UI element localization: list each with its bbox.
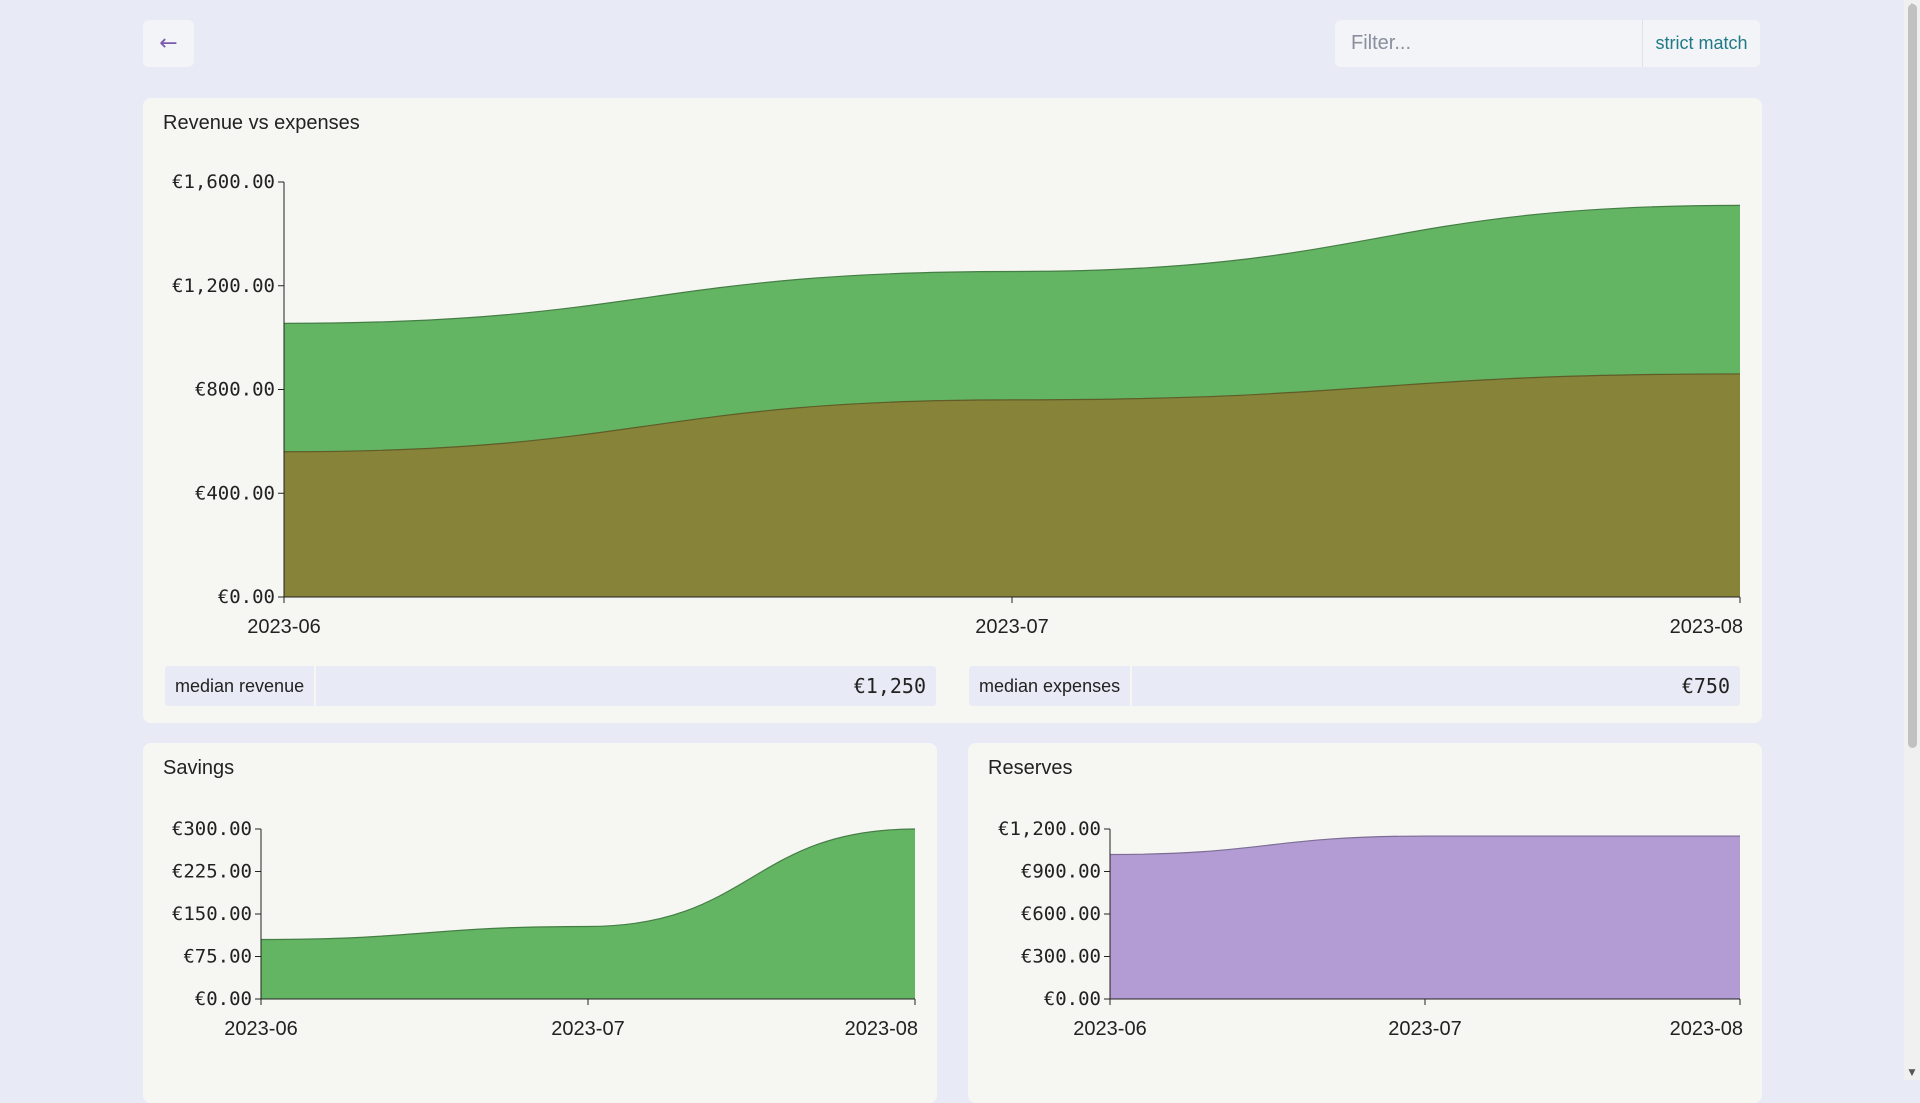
x-tick-label: 2023-08 <box>1670 616 1743 638</box>
x-tick-label: 2023-07 <box>1388 1018 1461 1040</box>
filter-bar: strict match <box>1335 20 1760 67</box>
x-tick-label: 2023-08 <box>1670 1018 1743 1040</box>
y-tick-label: €400.00 <box>195 482 275 504</box>
savings-chart: €0.00 €75.00 €150.00 €225.00 €300.00 2023-06 2… <box>143 743 937 1043</box>
page-scrollbar[interactable]: ▲ ▼ <box>1904 0 1920 1080</box>
y-tick-label: €1,200.00 <box>172 275 275 297</box>
scroll-down-icon[interactable]: ▼ <box>1904 1066 1920 1080</box>
savings-card: Savings €0.00€75.00€150.00€225.00€300.00… <box>143 743 937 1103</box>
y-tick-label: €300.00 <box>172 818 252 840</box>
stat-value: €750 <box>1132 674 1740 698</box>
reserves-card: Reserves €0.00€300.00€600.00€900.00€1,20… <box>968 743 1762 1103</box>
reserves-chart: €0.00 €300.00 €600.00 €900.00 €1,200.00 2023-… <box>968 743 1762 1043</box>
x-tick-label: 2023-08 <box>845 1018 918 1040</box>
y-tick-label: €1,200.00 <box>998 818 1101 840</box>
y-tick-label: €0.00 <box>1044 988 1101 1010</box>
y-tick-label: €300.00 <box>1021 946 1101 968</box>
y-tick-label: €800.00 <box>195 379 275 401</box>
series-area <box>261 829 915 999</box>
stat-value: €1,250 <box>316 674 936 698</box>
y-tick-label: €900.00 <box>1021 861 1101 883</box>
y-tick-label: €1,600.00 <box>172 171 275 193</box>
stat-label: median revenue <box>165 666 316 706</box>
x-tick-label: 2023-06 <box>1073 1018 1146 1040</box>
scroll-thumb[interactable] <box>1908 4 1917 748</box>
back-button[interactable]: ← <box>143 20 194 67</box>
stat-label: median expenses <box>969 666 1132 706</box>
revenue-expenses-chart: €0.00 €400.00 €800.00 €1,200.00 €1,600.00 202… <box>143 98 1762 658</box>
y-tick-label: €225.00 <box>172 861 252 883</box>
median-revenue-stat: median revenue €1,250 <box>165 666 936 706</box>
median-expenses-stat: median expenses €750 <box>969 666 1740 706</box>
y-tick-label: €150.00 <box>172 903 252 925</box>
x-tick-label: 2023-07 <box>975 616 1048 638</box>
x-tick-label: 2023-07 <box>551 1018 624 1040</box>
y-tick-label: €75.00 <box>183 946 252 968</box>
series-area <box>1110 836 1740 999</box>
y-tick-label: €0.00 <box>218 586 275 608</box>
y-tick-label: €600.00 <box>1021 903 1101 925</box>
x-tick-label: 2023-06 <box>247 616 320 638</box>
revenue-expenses-card: Revenue vs expenses €0.00€400.00€800.00€… <box>143 98 1762 723</box>
y-tick-label: €0.00 <box>195 988 252 1010</box>
filter-input[interactable] <box>1335 20 1642 67</box>
x-tick-label: 2023-06 <box>224 1018 297 1040</box>
strict-match-button[interactable]: strict match <box>1642 20 1760 67</box>
